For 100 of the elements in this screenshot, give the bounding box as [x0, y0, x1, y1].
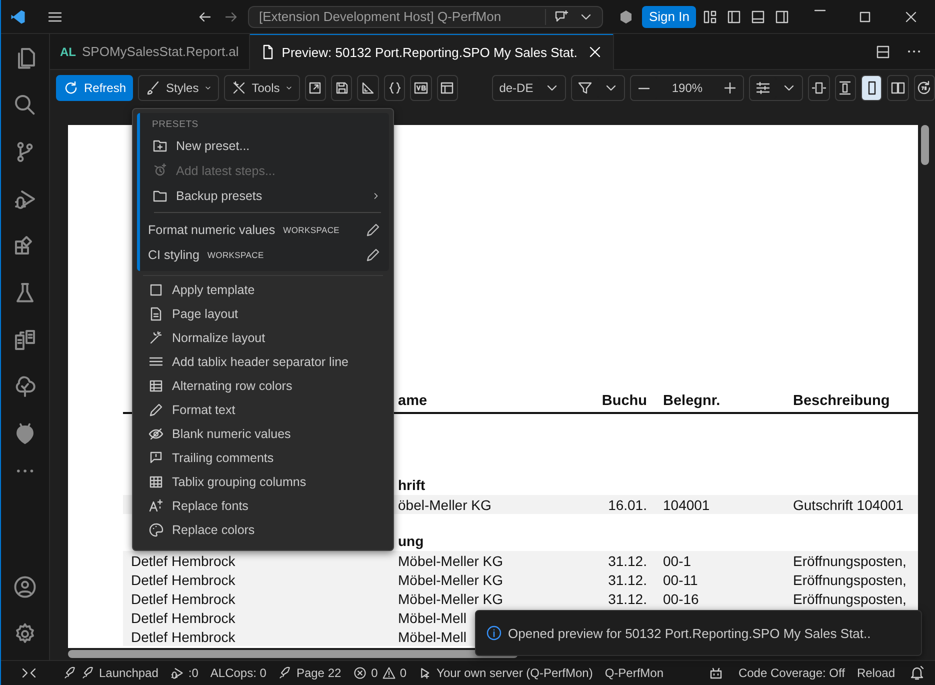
tools-icon: [230, 80, 247, 96]
menu-item[interactable]: Apply template: [148, 278, 389, 302]
table-cell-text: 00-16: [662, 590, 699, 606]
refresh-icon: [63, 80, 79, 96]
problems-status[interactable]: 0 0: [347, 666, 413, 680]
menu-item[interactable]: Replace colors: [148, 518, 389, 542]
menu-item[interactable]: Add tablix header separator line: [148, 350, 389, 374]
vb-button[interactable]: [410, 75, 432, 101]
menu-item[interactable]: Format text: [148, 398, 389, 422]
fit-height-icon: [837, 80, 854, 96]
menu-item[interactable]: Trailing comments: [148, 446, 389, 470]
scrollbar-thumb[interactable]: [68, 650, 518, 658]
menu-item[interactable]: Blank numeric values: [148, 422, 389, 446]
reload-status[interactable]: Reload: [850, 666, 901, 680]
group-heading: hrift: [398, 477, 426, 495]
layout-icon: [360, 80, 376, 96]
menu-item[interactable]: Replace fonts: [148, 494, 389, 518]
hexagon-icon: [618, 8, 634, 24]
search-icon[interactable]: [13, 93, 37, 117]
edit-icon[interactable]: [365, 222, 381, 238]
rotate-icon: [916, 80, 932, 96]
layout-icon: [702, 8, 718, 24]
table-cell-text: Eröffnungsposten,: [792, 552, 906, 568]
open-external-icon: [307, 80, 324, 96]
table-cell-text: 31.12.: [608, 590, 648, 606]
documents-icon[interactable]: [13, 328, 37, 352]
table-cell-text: 00-11: [662, 572, 698, 588]
single-page-button[interactable]: [860, 75, 882, 101]
fit-width-icon: [810, 80, 827, 96]
rotate-button[interactable]: [914, 75, 935, 101]
refresh-button[interactable]: Refresh: [56, 75, 134, 101]
menu-item[interactable]: Normalize layout: [148, 326, 389, 350]
debug-status[interactable]: :0: [164, 666, 204, 680]
sign-in-button[interactable]: Sign In: [642, 6, 696, 28]
tab-label: SPOMySalesStat.Report.al: [82, 44, 239, 59]
tree-icon[interactable]: [13, 375, 37, 399]
account-icon[interactable]: [13, 575, 37, 599]
menu-item[interactable]: Alternating row colors: [148, 374, 389, 398]
menu-item[interactable]: Backup presets: [152, 183, 381, 208]
scrollbar-thumb[interactable]: [921, 125, 929, 165]
robot-icon: [708, 665, 724, 681]
open-external-button[interactable]: [304, 75, 326, 101]
scope-tag: WORKSPACE: [207, 250, 264, 260]
pencil-icon: [148, 402, 164, 418]
group-heading: ung: [398, 533, 424, 551]
table-cell-text: Möbel-Meller KG: [397, 552, 504, 568]
table-cell-text: Möbel-Meller KG: [397, 590, 504, 606]
command-center[interactable]: [Extension Development Host] Q-PerfMon: [248, 6, 603, 28]
page-status[interactable]: Page 22: [272, 666, 348, 680]
table-cell-text: Eröffnungsposten,: [792, 572, 906, 588]
minimize-icon: [813, 8, 827, 12]
table-button[interactable]: [436, 75, 458, 101]
table-cell-text: 31.12.: [608, 572, 648, 588]
edit-icon[interactable]: [365, 246, 381, 262]
table-icon: [439, 80, 456, 96]
column-header: Beschreibung: [792, 393, 890, 409]
table-cell-text: Möbel-Meller KG: [397, 572, 504, 588]
tools-button[interactable]: Tools: [224, 75, 300, 101]
json-button[interactable]: [384, 75, 406, 101]
fit-height-button[interactable]: [834, 75, 856, 101]
table-cell-text: 00-1: [662, 552, 692, 568]
table-cell-text: Detlef Hembrock: [130, 590, 236, 606]
error-icon: [353, 666, 368, 680]
table-cell-text: Detlef Hembrock: [130, 552, 236, 568]
grid-icon: [148, 474, 164, 490]
two-page-button[interactable]: [887, 75, 909, 101]
column-header: Belegnr.: [662, 393, 720, 409]
fit-width-button[interactable]: [808, 75, 830, 101]
alarm-icon: [152, 162, 168, 178]
menu-item[interactable]: New preset...: [152, 133, 381, 158]
launchpad-status[interactable]: Launchpad: [57, 666, 164, 680]
preset-name[interactable]: CI styling: [148, 248, 200, 262]
layout-icon: [750, 8, 766, 24]
project-status[interactable]: Q-PerfMon: [598, 666, 670, 680]
zoom-level: 190%: [670, 81, 704, 95]
settings-icon: [755, 80, 772, 96]
file-type-label: AL: [60, 44, 76, 58]
save-button[interactable]: [331, 75, 352, 101]
layout-icon: [774, 8, 790, 24]
editor-tab[interactable]: Preview: 50132 Port.Reporting.SPO My Sales Stat.: [250, 34, 614, 70]
menu-item[interactable]: Page layout: [148, 302, 389, 326]
folder-plus-icon: [152, 138, 168, 154]
server-status[interactable]: Your own server (Q-PerfMon): [412, 666, 599, 680]
styles-button[interactable]: Styles: [138, 75, 219, 101]
alcops-status[interactable]: ALCops: 0: [204, 666, 272, 680]
brush-icon: [145, 80, 162, 96]
square-icon: [148, 282, 164, 298]
split-editor-icon: [875, 44, 891, 60]
json-icon: [386, 80, 403, 96]
notifications-icon: [909, 665, 925, 681]
preset-name[interactable]: Format numeric values: [148, 222, 276, 236]
table-cell-text: Detlef Hembrock: [130, 572, 236, 588]
menu-item[interactable]: Tablix grouping columns: [148, 470, 389, 494]
caret-icon: [284, 84, 293, 92]
layout-button[interactable]: [357, 75, 379, 101]
vb-icon: [412, 80, 429, 96]
settings-icon[interactable]: [13, 622, 37, 646]
eye-slash-icon: [148, 426, 164, 442]
coverage-status[interactable]: Code Coverage: Off: [732, 666, 851, 680]
warning-icon: [382, 666, 396, 680]
